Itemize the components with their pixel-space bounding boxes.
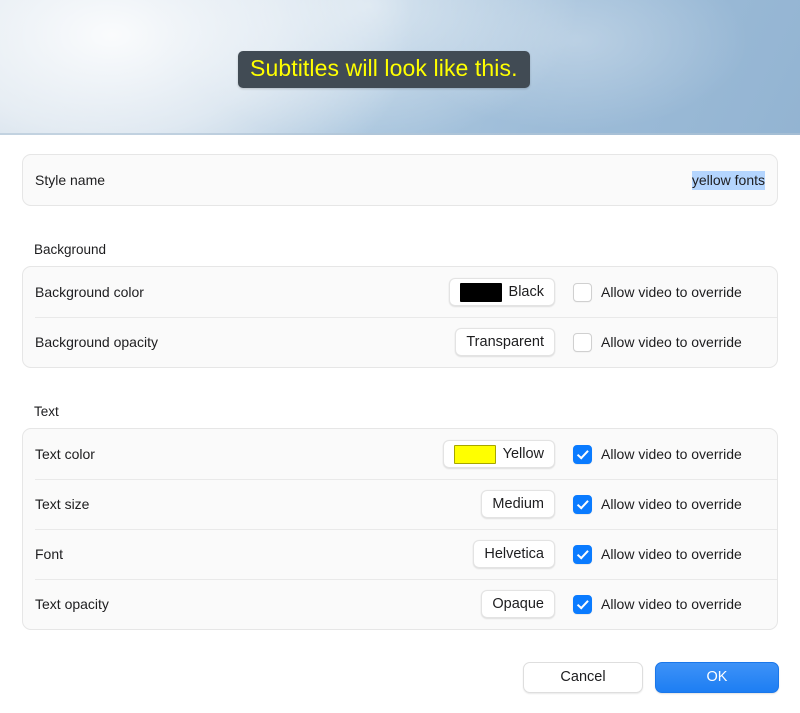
row-text-size[interactable]: Text size Medium Allow video to override — [23, 479, 777, 529]
text-color-value: Yellow — [502, 446, 544, 462]
row-text-color[interactable]: Text color Yellow Allow video to overrid… — [23, 429, 777, 479]
font-label: Font — [35, 546, 64, 562]
font-value: Helvetica — [484, 546, 544, 562]
text-opacity-override-label: Allow video to override — [601, 596, 742, 612]
text-color-label: Text color — [35, 446, 95, 462]
color-swatch-icon — [459, 282, 502, 302]
text-size-popup-button[interactable]: Medium — [481, 490, 555, 518]
font-override-label: Allow video to override — [601, 546, 742, 562]
subtitle-preview-box: Subtitles will look like this. — [238, 51, 530, 88]
background-color-popup-button[interactable]: Black — [448, 278, 555, 306]
text-opacity-value-col: Opaque — [481, 590, 555, 618]
dialog-footer: Cancel OK — [0, 641, 800, 713]
text-size-override-checkbox[interactable] — [573, 494, 592, 514]
text-panel: Text color Yellow Allow video to overrid… — [22, 428, 778, 630]
style-name-input[interactable]: yellow fonts — [691, 171, 765, 190]
text-color-override-checkbox[interactable] — [573, 444, 592, 464]
style-name-label: Style name — [35, 172, 106, 188]
background-opacity-override-label: Allow video to override — [601, 334, 742, 350]
cancel-button[interactable]: Cancel — [523, 661, 643, 693]
subtitle-style-dialog: Subtitles will look like this. Style nam… — [0, 0, 800, 713]
background-opacity-override-checkbox[interactable] — [573, 332, 592, 352]
text-size-label: Text size — [35, 496, 90, 512]
text-opacity-override-group[interactable]: Allow video to override — [573, 594, 777, 614]
text-color-popup-button[interactable]: Yellow — [442, 440, 555, 468]
text-section-title: Text — [34, 404, 59, 419]
background-panel: Background color Black Allow video to ov… — [22, 266, 778, 368]
text-opacity-value: Opaque — [492, 596, 544, 612]
background-opacity-popup-button[interactable]: Transparent — [455, 328, 555, 356]
row-font[interactable]: Font Helvetica Allow video to override — [23, 529, 777, 579]
row-text-opacity[interactable]: Text opacity Opaque Allow video to overr… — [23, 579, 777, 629]
font-override-group[interactable]: Allow video to override — [573, 544, 777, 564]
settings-scroll-area[interactable]: Style name yellow fonts Background Backg… — [0, 135, 800, 641]
background-opacity-value: Transparent — [466, 334, 544, 350]
background-color-override-label: Allow video to override — [601, 284, 742, 300]
background-color-override-group[interactable]: Allow video to override — [573, 282, 777, 302]
text-size-override-group[interactable]: Allow video to override — [573, 494, 777, 514]
font-popup-button[interactable]: Helvetica — [473, 540, 555, 568]
text-color-override-group[interactable]: Allow video to override — [573, 444, 777, 464]
background-color-value-col: Black — [448, 278, 555, 306]
text-opacity-label: Text opacity — [35, 596, 109, 612]
style-name-panel: Style name yellow fonts — [22, 154, 778, 206]
subtitle-preview-text: Subtitles will look like this. — [250, 55, 518, 81]
ok-button[interactable]: OK — [655, 661, 779, 693]
text-size-override-label: Allow video to override — [601, 496, 742, 512]
background-opacity-value-col: Transparent — [455, 328, 555, 356]
font-value-col: Helvetica — [473, 540, 555, 568]
text-size-value-col: Medium — [481, 490, 555, 518]
background-color-override-checkbox[interactable] — [573, 282, 592, 302]
text-size-value: Medium — [492, 496, 544, 512]
text-opacity-popup-button[interactable]: Opaque — [481, 590, 555, 618]
background-color-value: Black — [508, 284, 544, 300]
row-style-name[interactable]: Style name yellow fonts — [23, 155, 777, 205]
row-background-color[interactable]: Background color Black Allow video to ov… — [23, 267, 777, 317]
font-override-checkbox[interactable] — [573, 544, 592, 564]
text-color-override-label: Allow video to override — [601, 446, 742, 462]
background-opacity-override-group[interactable]: Allow video to override — [573, 332, 777, 352]
text-color-value-col: Yellow — [442, 440, 555, 468]
style-name-value: yellow fonts — [691, 171, 765, 190]
background-opacity-label: Background opacity — [35, 334, 158, 350]
background-color-label: Background color — [35, 284, 144, 300]
background-section-title: Background — [34, 242, 107, 257]
row-background-opacity[interactable]: Background opacity Transparent Allow vid… — [23, 317, 777, 367]
color-swatch-icon — [453, 444, 496, 464]
text-opacity-override-checkbox[interactable] — [573, 594, 592, 614]
subtitle-preview-area: Subtitles will look like this. — [0, 0, 800, 135]
